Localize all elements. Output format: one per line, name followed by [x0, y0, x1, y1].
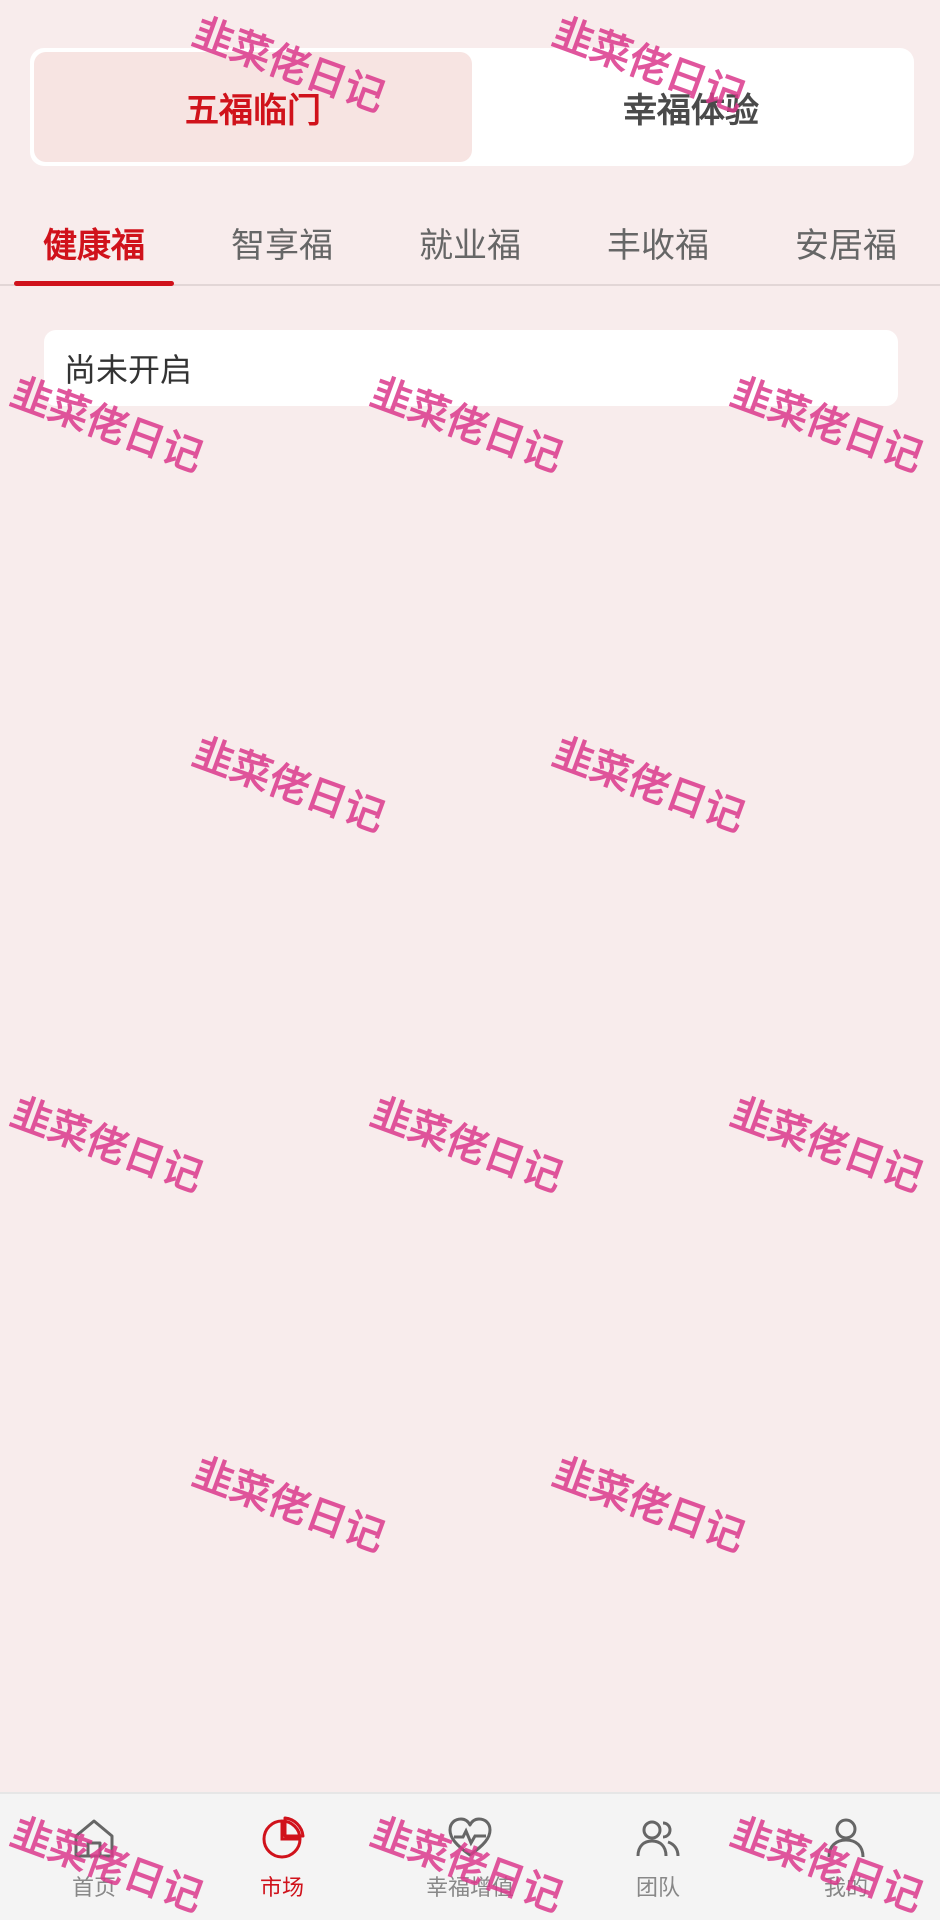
nav-label: 幸福增值 [425, 1876, 514, 1901]
heart-chart-icon [448, 1817, 492, 1857]
tab-jiuyefu[interactable]: 就业福 [376, 200, 564, 284]
watermark: 韭菜佬日记 [186, 729, 391, 842]
watermark: 韭菜佬日记 [724, 1089, 929, 1202]
nav-market[interactable]: 市场 [188, 1794, 376, 1920]
watermark: 韭菜佬日记 [546, 729, 751, 842]
tab-fengshoufu[interactable]: 丰收福 [564, 200, 752, 284]
status-card: 尚未开启 [44, 330, 898, 406]
home-icon [74, 1819, 114, 1858]
nav-mine[interactable]: 我的 [752, 1794, 940, 1920]
segment-wufu-linmen[interactable]: 五福临门 [34, 52, 472, 162]
watermark: 韭菜佬日记 [546, 1449, 751, 1562]
tab-label: 就业福 [419, 225, 521, 266]
nav-label: 我的 [823, 1876, 868, 1901]
tab-jiankangfu[interactable]: 健康福 [0, 200, 188, 286]
tab-label: 安居福 [795, 225, 897, 266]
status-text: 尚未开启 [64, 351, 193, 389]
tab-label: 智享福 [231, 225, 333, 266]
nav-label: 首页 [71, 1876, 116, 1901]
tab-zhixiangfu[interactable]: 智享福 [188, 200, 376, 284]
watermark: 韭菜佬日记 [4, 1089, 209, 1202]
market-screen: 五福临门 幸福体验 健康福 智享福 就业福 丰收福 安居福 尚未开启 韭菜佬日记… [0, 0, 940, 1920]
user-icon [827, 1818, 865, 1858]
tab-label: 健康福 [43, 225, 145, 266]
nav-label: 市场 [259, 1876, 304, 1901]
nav-label: 团队 [635, 1876, 680, 1901]
watermark: 韭菜佬日记 [364, 1089, 569, 1202]
tab-label: 丰收福 [607, 225, 709, 266]
watermark: 韭菜佬日记 [186, 1449, 391, 1562]
bottom-nav: 首页 市场 幸福增值 团队 我的 [0, 1792, 940, 1920]
category-tabs: 健康福 智享福 就业福 丰收福 安居福 [0, 200, 940, 286]
segment-xingfu-tiyan[interactable]: 幸福体验 [472, 52, 910, 162]
active-tab-indicator [14, 281, 174, 286]
nav-home[interactable]: 首页 [0, 1794, 188, 1920]
segment-control: 五福临门 幸福体验 [30, 48, 914, 166]
pie-chart-icon [262, 1816, 305, 1859]
tab-anjufu[interactable]: 安居福 [752, 200, 940, 284]
nav-team[interactable]: 团队 [564, 1794, 752, 1920]
team-icon [636, 1820, 680, 1857]
nav-xingfu-zengzhi[interactable]: 幸福增值 [376, 1794, 564, 1920]
